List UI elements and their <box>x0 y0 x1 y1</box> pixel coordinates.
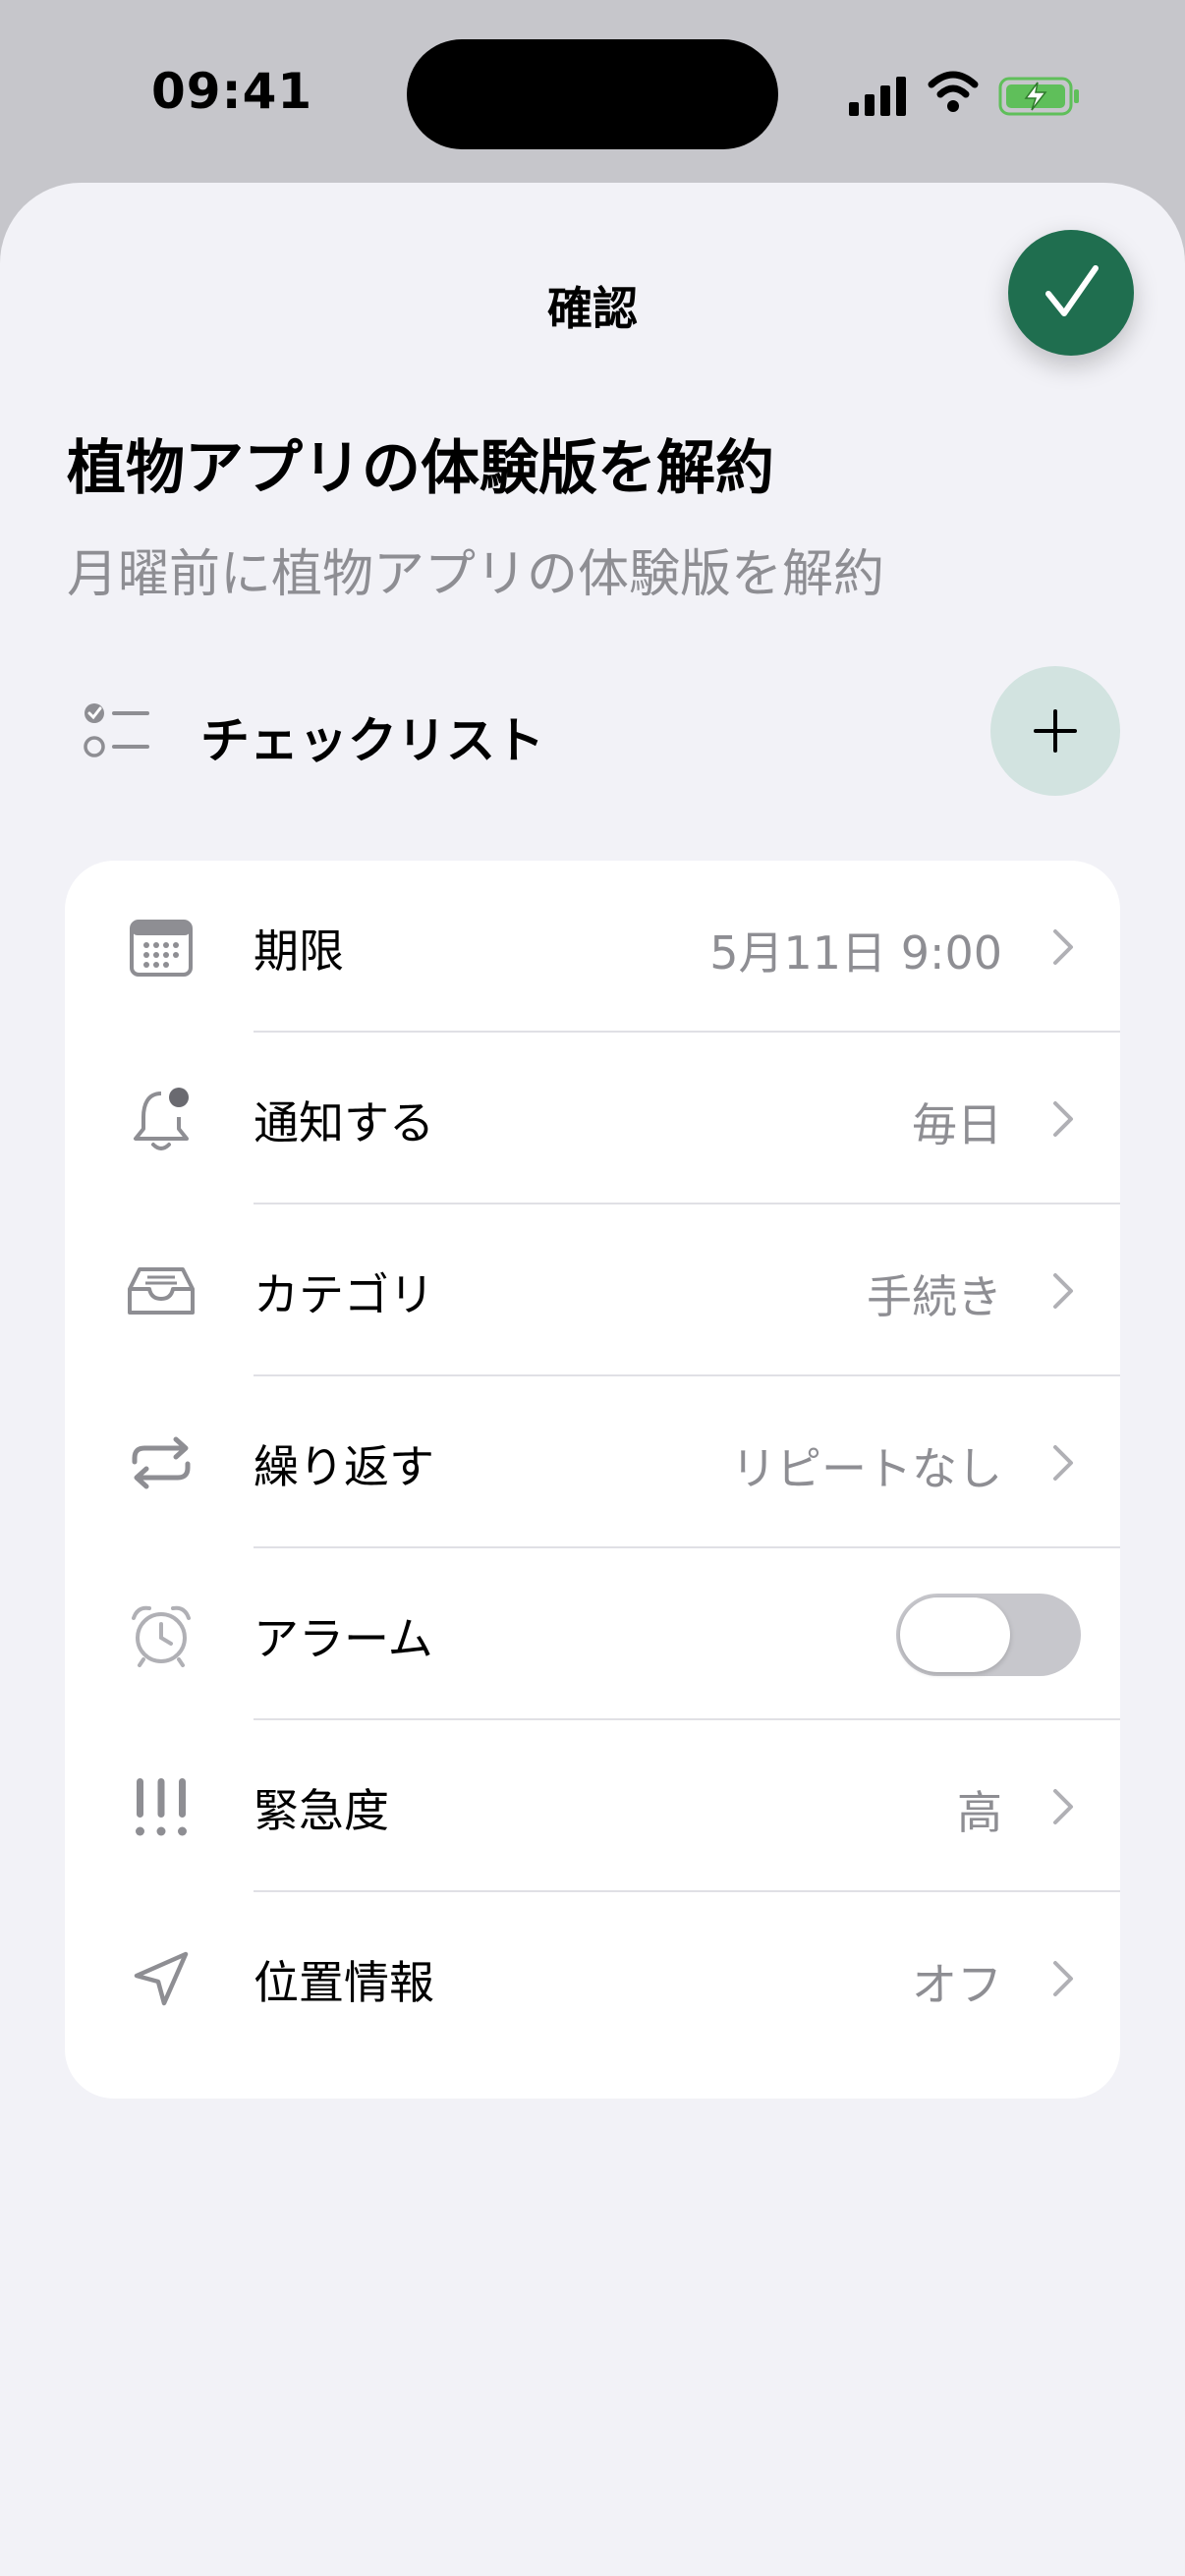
settings-card: 期限 5月11日 9:00 通知する 毎日 カテゴリ 手続き 繰り返す リピート… <box>65 861 1120 2099</box>
setting-row-repeat[interactable]: 繰り返す リピートなし <box>65 1376 1120 1548</box>
chevron-right-icon <box>1053 1961 1073 1996</box>
setting-row-category[interactable]: カテゴリ 手続き <box>65 1204 1120 1376</box>
setting-row-location[interactable]: 位置情報 オフ <box>65 1892 1120 2064</box>
calendar-icon <box>126 912 197 982</box>
toggle-knob <box>900 1597 1010 1672</box>
confirm-button[interactable] <box>1008 230 1134 356</box>
repeat-icon <box>126 1428 197 1498</box>
checklist-label: チェックリスト <box>200 712 544 769</box>
setting-label: カテゴリ <box>254 1268 434 1321</box>
setting-label: 通知する <box>254 1096 434 1149</box>
task-description[interactable]: 月曜前に植物アプリの体験版を解約 <box>67 532 884 606</box>
tray-icon <box>126 1256 197 1326</box>
status-time: 09:41 <box>151 63 313 120</box>
detail-sheet: 確認 植物アプリの体験版を解約 月曜前に植物アプリの体験版を解約 チェックリスト <box>0 183 1185 2576</box>
setting-value: 毎日 <box>912 1098 1002 1151</box>
setting-label: 緊急度 <box>254 1784 389 1837</box>
checkmark-icon <box>1045 265 1099 316</box>
plus-icon <box>1034 709 1077 753</box>
chevron-right-icon <box>1053 1273 1073 1309</box>
chevron-right-icon <box>1053 929 1073 965</box>
alarm-toggle[interactable] <box>896 1594 1081 1676</box>
alarm-clock-icon <box>126 1599 197 1670</box>
task-title[interactable]: 植物アプリの体験版を解約 <box>67 420 774 506</box>
setting-row-urgency[interactable]: 緊急度 高 <box>65 1720 1120 1892</box>
add-checklist-item-button[interactable] <box>990 666 1120 796</box>
checklist-icon <box>84 703 149 757</box>
sheet-title: 確認 <box>547 282 638 335</box>
battery-charging-icon <box>998 77 1079 116</box>
setting-label: 位置情報 <box>254 1956 434 2009</box>
location-arrow-icon <box>126 1943 197 2014</box>
setting-value: 高 <box>957 1786 1002 1839</box>
setting-row-due-date[interactable]: 期限 5月11日 9:00 <box>65 861 1120 1033</box>
chevron-right-icon <box>1053 1445 1073 1481</box>
setting-label: 期限 <box>254 924 344 978</box>
chevron-right-icon <box>1053 1101 1073 1137</box>
wifi-icon <box>928 71 979 112</box>
setting-row-alarm: アラーム <box>65 1548 1120 1720</box>
setting-label: アラーム <box>254 1612 433 1665</box>
setting-row-notify[interactable]: 通知する 毎日 <box>65 1033 1120 1204</box>
bell-badge-icon <box>126 1084 197 1154</box>
cellular-signal-icon <box>849 77 906 116</box>
dynamic-island <box>407 39 778 149</box>
chevron-right-icon <box>1053 1789 1073 1824</box>
setting-value: オフ <box>912 1958 1002 2011</box>
setting-value: 手続き <box>867 1270 1002 1323</box>
setting-label: 繰り返す <box>254 1440 434 1493</box>
setting-value: リピートなし <box>731 1442 1002 1495</box>
exclamation-icon <box>126 1771 197 1842</box>
setting-value: 5月11日 9:00 <box>709 926 1002 980</box>
